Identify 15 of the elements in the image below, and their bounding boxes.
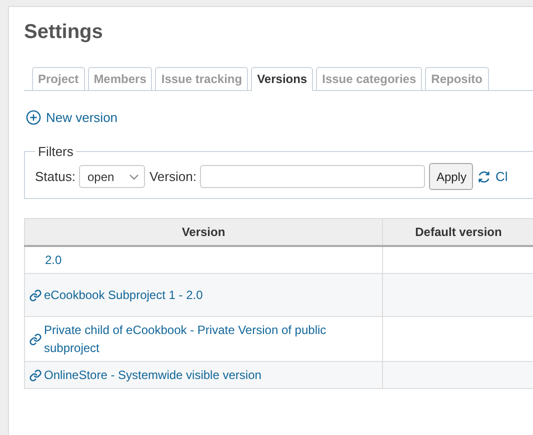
status-select[interactable]: open: [79, 165, 146, 188]
status-label: Status:: [35, 169, 76, 184]
version-label: Version:: [149, 169, 196, 184]
plus-circle-icon: [26, 110, 41, 125]
clear-link[interactable]: Cl: [477, 169, 508, 184]
chevron-down-icon: [129, 174, 140, 180]
version-input[interactable]: [200, 165, 426, 188]
column-header: Default version: [382, 218, 533, 246]
page-title: Settings: [24, 21, 103, 44]
refresh-icon: [477, 170, 492, 184]
filters-legend: Filters: [35, 144, 76, 159]
new-version-link[interactable]: New version: [26, 110, 118, 125]
column-header: Version: [24, 218, 382, 246]
tab[interactable]: Versions: [251, 67, 314, 91]
apply-button[interactable]: Apply: [429, 163, 474, 190]
